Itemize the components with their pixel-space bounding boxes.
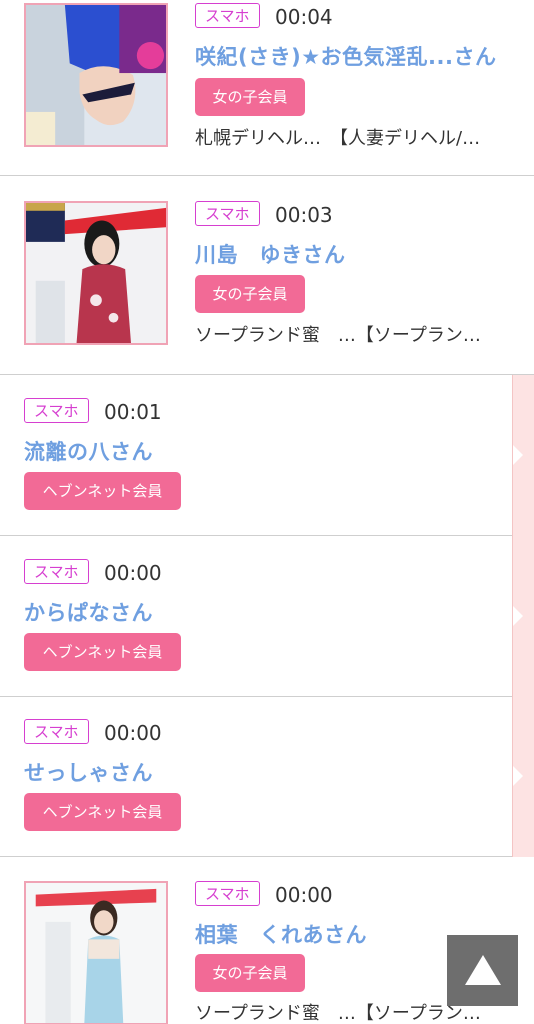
list-item[interactable]: スマホ 00:01 流離の八さん ヘブンネット会員 [0,375,534,536]
profile-photo[interactable] [24,881,168,1024]
device-tag: スマホ [24,559,89,584]
member-type-badge: ヘブンネット会員 [24,793,181,831]
device-tag: スマホ [195,881,260,906]
access-history-list: スマホ 00:04 咲紀(さき)★お色気淫乱...さん 女の子会員 札幌デリヘル… [0,0,534,1024]
member-name-link[interactable]: 相葉 くれあさん [195,919,367,949]
access-time: 00:04 [275,5,333,29]
member-type-badge: ヘブンネット会員 [24,633,181,671]
scroll-to-top-button[interactable] [447,935,518,1006]
member-name-link[interactable]: からぱなさん [24,597,153,627]
profile-photo[interactable] [24,3,168,147]
shop-info[interactable]: ソープランド蜜 …【ソープラン… [195,321,481,347]
profile-photo[interactable] [24,201,168,345]
shop-info[interactable]: ソープランド蜜 …【ソープラン… [195,999,481,1024]
device-tag: スマホ [195,201,260,226]
device-tag: スマホ [24,398,89,423]
strip-notch [513,606,523,626]
member-type-badge: 女の子会員 [195,275,305,313]
strip-notch [513,766,523,786]
list-item[interactable]: スマホ 00:03 川島 ゆきさん 女の子会員 ソープランド蜜 …【ソープラン… [0,198,534,375]
strip-notch [513,445,523,465]
member-type-badge: 女の子会員 [195,78,305,116]
member-name-link[interactable]: せっしゃさん [24,757,153,787]
access-time: 00:00 [275,883,333,907]
shop-info[interactable]: 札幌デリヘル… 【人妻デリヘル/… [195,124,480,150]
device-tag: スマホ [24,719,89,744]
member-type-badge: ヘブンネット会員 [24,472,181,510]
side-decoration-strip [512,375,534,857]
list-item[interactable]: スマホ 00:00 せっしゃさん ヘブンネット会員 [0,696,534,857]
access-time: 00:00 [104,561,162,585]
access-time: 00:00 [104,721,162,745]
list-item[interactable]: スマホ 00:00 からぱなさん ヘブンネット会員 [0,536,534,697]
member-name-link[interactable]: 咲紀(さき)★お色気淫乱...さん [195,41,496,71]
member-type-badge: 女の子会員 [195,954,305,992]
list-item[interactable]: スマホ 00:04 咲紀(さき)★お色気淫乱...さん 女の子会員 札幌デリヘル… [0,0,534,176]
access-time: 00:03 [275,203,333,227]
device-tag: スマホ [195,3,260,28]
member-name-link[interactable]: 流離の八さん [24,436,153,466]
triangle-up-icon [465,955,501,985]
member-name-link[interactable]: 川島 ゆきさん [195,239,346,269]
access-time: 00:01 [104,400,162,424]
